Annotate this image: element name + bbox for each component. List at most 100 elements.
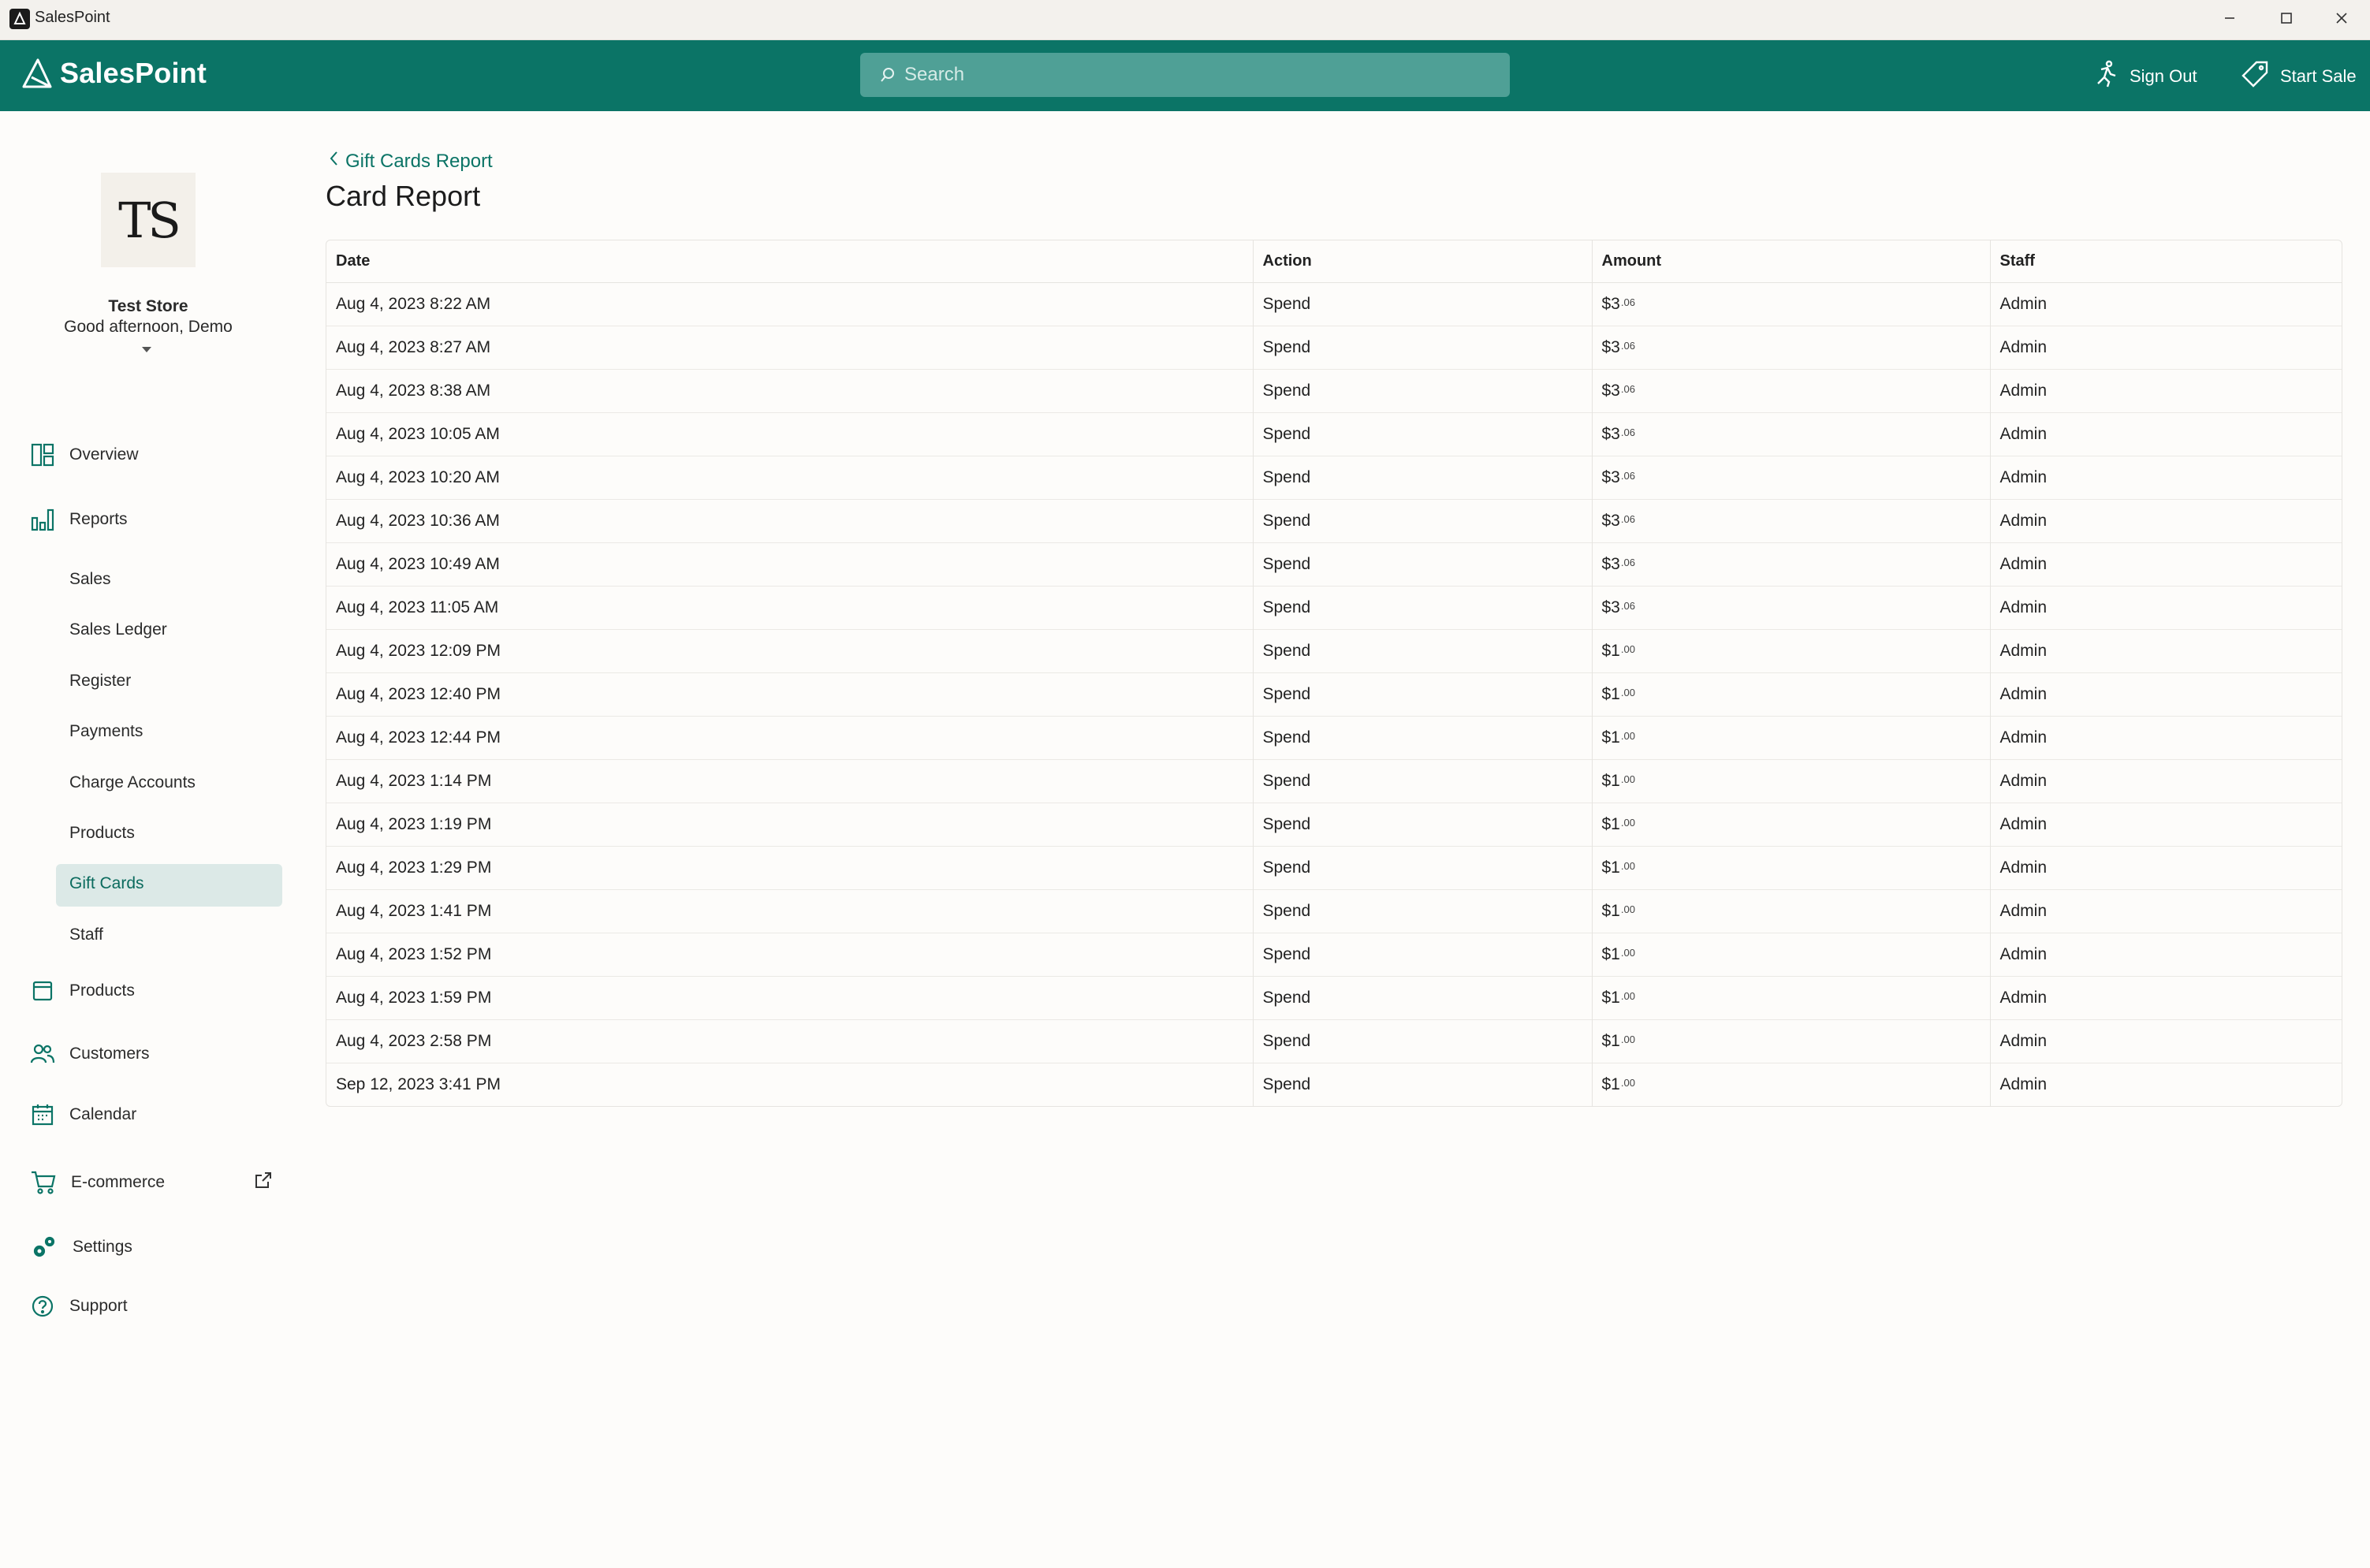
people-icon [30,1041,55,1067]
table-row[interactable]: Aug 4, 2023 1:52 PM Spend $1.00 Admin [326,933,2342,977]
search-input[interactable] [903,63,1505,87]
cell-amount: $1.00 [1592,933,1991,977]
nav-settings-label: Settings [73,1238,132,1256]
cell-date: Aug 4, 2023 11:05 AM [326,586,1254,630]
report-item-gift-cards[interactable]: Gift Cards [69,874,144,893]
external-link-icon[interactable] [254,1171,273,1194]
cell-action: Spend [1253,499,1593,543]
column-header-date[interactable]: Date [326,240,1254,283]
table-row[interactable]: Aug 4, 2023 1:59 PM Spend $1.00 Admin [326,976,2342,1020]
sign-out-button[interactable]: Sign Out [2093,60,2197,93]
table-row[interactable]: Aug 4, 2023 1:29 PM Spend $1.00 Admin [326,846,2342,890]
cell-date: Aug 4, 2023 10:05 AM [326,412,1254,456]
maximize-button[interactable] [2258,0,2315,36]
nav-calendar[interactable]: Calendar [30,1102,136,1127]
amount-dollars: $3 [1601,425,1620,443]
cell-staff: Admin [1990,499,2342,543]
nav-customers[interactable]: Customers [30,1041,150,1067]
close-button[interactable] [2313,0,2370,36]
table-row[interactable]: Aug 4, 2023 2:58 PM Spend $1.00 Admin [326,1019,2342,1063]
amount-cents: .06 [1620,383,1635,395]
table-row[interactable]: Aug 4, 2023 12:44 PM Spend $1.00 Admin [326,716,2342,760]
cell-action: Spend [1253,456,1593,500]
store-name: Test Store [108,297,188,315]
amount-cents: .00 [1620,643,1635,655]
amount-cents: .06 [1620,470,1635,482]
cell-action: Spend [1253,933,1593,977]
cell-staff: Admin [1990,716,2342,760]
table-row[interactable]: Aug 4, 2023 1:19 PM Spend $1.00 Admin [326,803,2342,847]
table-row[interactable]: Aug 4, 2023 12:09 PM Spend $1.00 Admin [326,629,2342,673]
amount-cents: .00 [1620,817,1635,829]
cell-amount: $1.00 [1592,672,1991,717]
nav-settings[interactable]: Settings [30,1233,132,1261]
cell-date: Aug 4, 2023 12:44 PM [326,716,1254,760]
amount-cents: .00 [1620,947,1635,959]
cell-date: Aug 4, 2023 1:19 PM [326,803,1254,847]
report-item-payments[interactable]: Payments [69,722,143,741]
column-header-action[interactable]: Action [1253,240,1593,283]
nav-ecommerce[interactable]: E-commerce [30,1169,165,1196]
amount-cents: .06 [1620,557,1635,568]
report-item-charge-accounts[interactable]: Charge Accounts [69,773,196,792]
cell-date: Sep 12, 2023 3:41 PM [326,1063,1254,1106]
amount-dollars: $1 [1601,858,1620,877]
table-row[interactable]: Aug 4, 2023 10:05 AM Spend $3.06 Admin [326,412,2342,456]
report-item-sales-ledger[interactable]: Sales Ledger [69,620,167,639]
amount-cents: .06 [1620,513,1635,525]
brand-name: SalesPoint [60,57,207,89]
cell-amount: $1.00 [1592,1019,1991,1063]
report-item-sales[interactable]: Sales [69,570,111,589]
cell-action: Spend [1253,976,1593,1020]
report-item-staff[interactable]: Staff [69,926,103,944]
table-row[interactable]: Aug 4, 2023 1:41 PM Spend $1.00 Admin [326,889,2342,933]
report-item-products[interactable]: Products [69,824,135,843]
table-row[interactable]: Aug 4, 2023 8:22 AM Spend $3.06 Admin [326,282,2342,326]
minimize-button[interactable] [2201,0,2258,36]
amount-dollars: $3 [1601,512,1620,530]
page-title: Card Report [326,180,481,212]
report-item-register[interactable]: Register [69,672,131,691]
nav-support[interactable]: Support [30,1294,128,1319]
table-row[interactable]: Aug 4, 2023 11:05 AM Spend $3.06 Admin [326,586,2342,630]
cell-action: Spend [1253,369,1593,413]
cell-action: Spend [1253,586,1593,630]
table-row[interactable]: Aug 4, 2023 10:36 AM Spend $3.06 Admin [326,499,2342,543]
cell-date: Aug 4, 2023 1:14 PM [326,759,1254,803]
column-header-staff[interactable]: Staff [1990,240,2342,283]
cell-staff: Admin [1990,803,2342,847]
app-icon [9,9,30,29]
cell-amount: $3.06 [1592,282,1991,326]
tag-icon [2241,60,2269,93]
nav-customers-label: Customers [69,1045,150,1063]
amount-cents: .00 [1620,1034,1635,1045]
account-dropdown-icon[interactable] [142,347,151,352]
table-row[interactable]: Aug 4, 2023 1:14 PM Spend $1.00 Admin [326,759,2342,803]
start-sale-button[interactable]: Start Sale [2241,60,2357,93]
sidebar: TS Test Store Good afternoon, Demo Overv… [0,111,292,1568]
gears-icon [30,1233,58,1261]
search-box[interactable] [860,53,1510,97]
amount-dollars: $3 [1601,555,1620,573]
window-title: SalesPoint [35,9,110,26]
cell-amount: $3.06 [1592,326,1991,370]
os-titlebar: SalesPoint [0,0,2370,40]
brand[interactable]: SalesPoint [19,55,207,91]
table-row[interactable]: Aug 4, 2023 10:49 AM Spend $3.06 Admin [326,542,2342,587]
cell-staff: Admin [1990,759,2342,803]
nav-products[interactable]: Products [30,978,135,1004]
back-link[interactable]: Gift Cards Report [328,150,493,173]
cell-amount: $1.00 [1592,846,1991,890]
store-logo: TS [101,173,196,267]
table-row[interactable]: Aug 4, 2023 8:38 AM Spend $3.06 Admin [326,369,2342,413]
nav-overview[interactable]: Overview [30,442,139,467]
table-row[interactable]: Aug 4, 2023 12:40 PM Spend $1.00 Admin [326,672,2342,717]
table-row[interactable]: Aug 4, 2023 10:20 AM Spend $3.06 Admin [326,456,2342,500]
nav-reports[interactable]: Reports [30,507,128,532]
amount-cents: .06 [1620,600,1635,612]
cell-date: Aug 4, 2023 12:40 PM [326,672,1254,717]
table-row[interactable]: Sep 12, 2023 3:41 PM Spend $1.00 Admin [326,1063,2342,1106]
column-header-amount[interactable]: Amount [1592,240,1991,283]
table-row[interactable]: Aug 4, 2023 8:27 AM Spend $3.06 Admin [326,326,2342,370]
cell-date: Aug 4, 2023 8:22 AM [326,282,1254,326]
